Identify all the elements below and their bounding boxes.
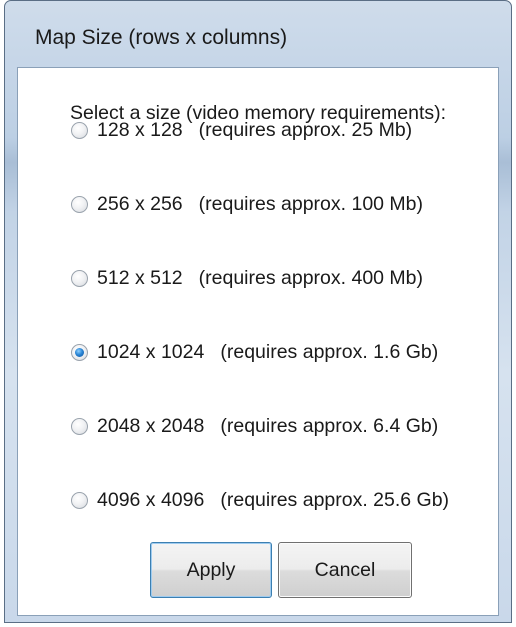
radio-button-256[interactable] — [71, 195, 88, 213]
radio-button-1024[interactable] — [71, 343, 88, 361]
radio-button-512[interactable] — [71, 269, 88, 287]
size-option-256[interactable]: 256 x 256 (requires approx. 100 Mb) — [71, 188, 423, 220]
size-option-1024[interactable]: 1024 x 1024 (requires approx. 1.6 Gb) — [71, 336, 438, 368]
title-bar[interactable]: Map Size (rows x columns) — [5, 1, 511, 51]
map-size-dialog-window: Map Size (rows x columns) Select a size … — [4, 0, 512, 623]
radio-button-2048[interactable] — [71, 417, 88, 435]
apply-button[interactable]: Apply — [150, 542, 272, 598]
requirement-label-256: (requires approx. 100 Mb) — [198, 192, 424, 215]
radio-button-128[interactable] — [71, 121, 88, 139]
size-label-512: 512 x 512 — [97, 266, 183, 289]
size-option-512[interactable]: 512 x 512 (requires approx. 400 Mb) — [71, 262, 423, 294]
size-label-1024: 1024 x 1024 — [97, 340, 205, 363]
requirement-label-512: (requires approx. 400 Mb) — [198, 266, 424, 289]
cancel-button[interactable]: Cancel — [278, 542, 412, 598]
size-label-128: 128 x 128 — [97, 118, 183, 141]
size-option-128[interactable]: 128 x 128 (requires approx. 25 Mb) — [71, 114, 412, 146]
window-title: Map Size (rows x columns) — [35, 26, 288, 49]
requirement-label-1024: (requires approx. 1.6 Gb) — [220, 340, 439, 363]
size-label-4096: 4096 x 4096 — [97, 488, 205, 511]
requirement-label-2048: (requires approx. 6.4 Gb) — [220, 414, 439, 437]
size-option-2048[interactable]: 2048 x 2048 (requires approx. 6.4 Gb) — [71, 410, 438, 442]
size-label-2048: 2048 x 2048 — [97, 414, 205, 437]
requirement-label-4096: (requires approx. 25.6 Gb) — [220, 488, 450, 511]
size-option-4096[interactable]: 4096 x 4096 (requires approx. 25.6 Gb) — [71, 484, 449, 516]
dialog-content: Select a size (video memory requirements… — [17, 67, 499, 616]
requirement-label-128: (requires approx. 25 Mb) — [198, 118, 413, 141]
size-label-256: 256 x 256 — [97, 192, 183, 215]
radio-button-4096[interactable] — [71, 491, 88, 509]
